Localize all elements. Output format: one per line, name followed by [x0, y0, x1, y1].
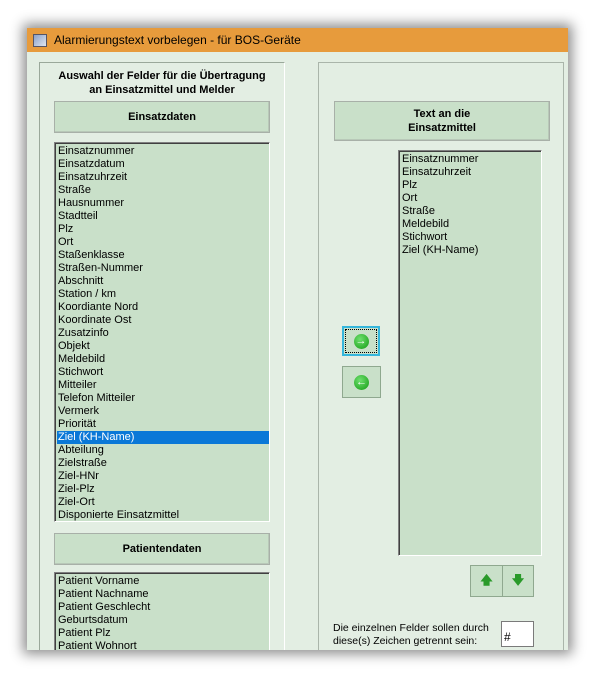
list-item[interactable]: Straße	[401, 205, 541, 218]
list-item[interactable]: Koordiante Nord	[57, 301, 269, 314]
heading-line: an Einsatzmittel und Melder	[89, 84, 235, 96]
move-up-button[interactable]: 🡅	[470, 565, 503, 597]
remove-field-button[interactable]: ←	[342, 366, 381, 398]
einsatzdaten-list[interactable]: Einsatznummer Einsatzdatum Einsatzuhrzeit S…	[54, 142, 270, 522]
list-item[interactable]: Einsatzdatum	[57, 158, 269, 171]
window-title: Alarmierungstext vorbelegen - für BOS-Ge…	[54, 33, 301, 47]
heading-line: Auswahl der Felder für die Übertragung	[58, 70, 266, 82]
list-item[interactable]: Patient Plz	[57, 627, 269, 640]
list-item[interactable]: Patient Wohnort	[57, 640, 269, 650]
list-item[interactable]: Telefon Mitteiler	[57, 392, 269, 405]
header-line: Text an die	[413, 108, 471, 120]
list-item[interactable]: Ziel (KH-Name)	[401, 244, 541, 257]
list-item[interactable]: Plz	[57, 223, 269, 236]
list-item[interactable]: Plz	[401, 179, 541, 192]
list-item[interactable]: Einsatznummer	[401, 153, 541, 166]
einsatzdaten-header: Einsatzdaten	[54, 101, 270, 133]
list-item[interactable]: Mitteiler	[57, 379, 269, 392]
panel-heading: Auswahl der Felder für die Übertragung a…	[40, 69, 284, 97]
arrow-up-icon: 🡅	[480, 572, 493, 587]
list-item[interactable]: Koordinate Ost	[57, 314, 269, 327]
title-bar[interactable]: Alarmierungstext vorbelegen - für BOS-Ge…	[27, 28, 568, 52]
label-line: Die einzelnen Felder sollen durch	[333, 622, 489, 634]
separator-label: Die einzelnen Felder sollen durch diese(…	[333, 622, 489, 648]
separator-input[interactable]	[501, 621, 534, 647]
list-item[interactable]: Ziel-HNr	[57, 470, 269, 483]
list-item[interactable]: Ziel (KH-Name)	[57, 431, 269, 444]
app-icon	[33, 33, 47, 47]
patientendaten-list[interactable]: Patient Vorname Patient Nachname Patient G…	[54, 572, 270, 650]
list-item[interactable]: Einsatzuhrzeit	[401, 166, 541, 179]
target-fields-list[interactable]: Einsatznummer Einsatzuhrzeit Plz Ort Straße M…	[398, 150, 542, 556]
patientendaten-header: Patientendaten	[54, 533, 270, 565]
list-item[interactable]: Patient Nachname	[57, 588, 269, 601]
list-item[interactable]: Geburtsdatum	[57, 614, 269, 627]
list-item[interactable]: Ziel-Plz	[57, 483, 269, 496]
list-item[interactable]: Ort	[401, 192, 541, 205]
list-item[interactable]: Einsatzuhrzeit	[57, 171, 269, 184]
list-item[interactable]: Patient Geschlecht	[57, 601, 269, 614]
list-item[interactable]: Staßenklasse	[57, 249, 269, 262]
list-item[interactable]: Straßen-Nummer	[57, 262, 269, 275]
list-item[interactable]: Straße	[57, 184, 269, 197]
arrow-left-circle-icon: ←	[354, 374, 369, 390]
list-item[interactable]: Zusatzinfo	[57, 327, 269, 340]
arrow-right-circle-icon: →	[353, 333, 369, 349]
list-item[interactable]: Priorität	[57, 418, 269, 431]
target-header: Text an die Einsatzmittel	[334, 101, 550, 141]
list-item[interactable]: Hausnummer	[57, 197, 269, 210]
list-item[interactable]: Objekt	[57, 340, 269, 353]
list-item[interactable]: Disponierte Einsatzmittel	[57, 509, 269, 521]
list-item[interactable]: Vermerk	[57, 405, 269, 418]
list-item[interactable]: Einsatznummer	[57, 145, 269, 158]
list-item[interactable]: Patient Vorname	[57, 575, 269, 588]
label-line: diese(s) Zeichen getrennt sein:	[333, 635, 478, 647]
dialog-window: Alarmierungstext vorbelegen - für BOS-Ge…	[27, 28, 568, 650]
arrow-down-icon: 🡇	[511, 572, 525, 587]
list-item[interactable]: Ziel-Ort	[57, 496, 269, 509]
list-item[interactable]: Stadtteil	[57, 210, 269, 223]
list-item[interactable]: Meldebild	[57, 353, 269, 366]
header-line: Einsatzmittel	[408, 122, 476, 134]
list-item[interactable]: Station / km	[57, 288, 269, 301]
list-item[interactable]: Ort	[57, 236, 269, 249]
list-item[interactable]: Meldebild	[401, 218, 541, 231]
list-item[interactable]: Abschnitt	[57, 275, 269, 288]
list-item[interactable]: Abteilung	[57, 444, 269, 457]
field-selection-panel: Auswahl der Felder für die Übertragung a…	[39, 62, 285, 650]
move-down-button[interactable]: 🡇	[502, 565, 534, 597]
target-text-panel: Text an die Einsatzmittel Einsatznummer Ei…	[318, 62, 564, 650]
list-item[interactable]: Stichwort	[401, 231, 541, 244]
list-item[interactable]: Zielstraße	[57, 457, 269, 470]
list-item[interactable]: Stichwort	[57, 366, 269, 379]
add-field-button[interactable]: →	[342, 326, 380, 356]
